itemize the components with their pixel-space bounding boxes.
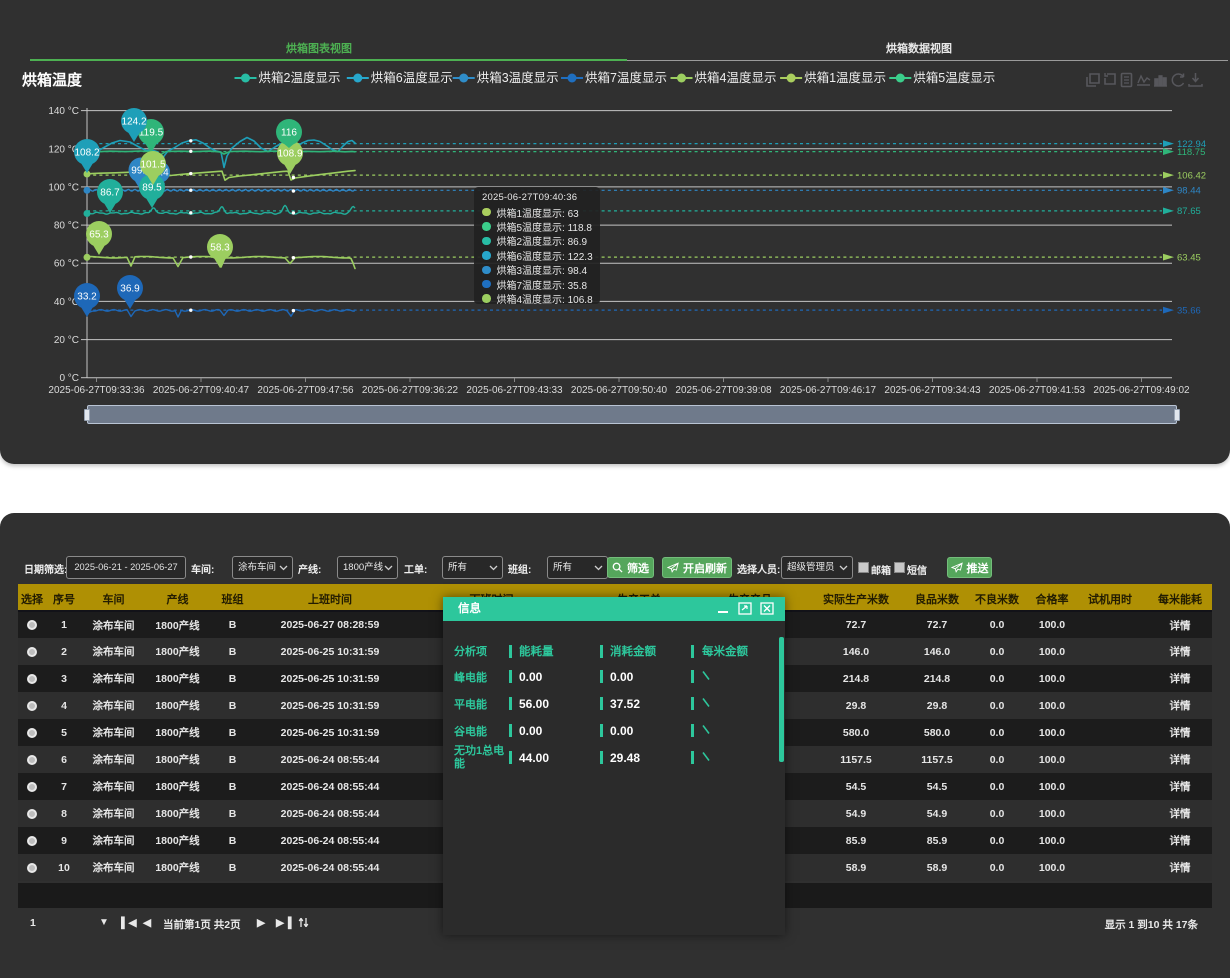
- svg-text:2025-06-27T09:46:17: 2025-06-27T09:46:17: [780, 385, 877, 396]
- svg-text:89.5: 89.5: [142, 183, 162, 194]
- svg-text:63.45: 63.45: [1177, 252, 1201, 263]
- svg-text:烘箱5温度显示: 烘箱5温度显示: [913, 70, 995, 85]
- svg-text:80 °C: 80 °C: [54, 221, 79, 232]
- svg-text:2025-06-27T09:36:22: 2025-06-27T09:36:22: [362, 385, 459, 396]
- svg-text:2025-06-27T09:50:40: 2025-06-27T09:50:40: [571, 385, 668, 396]
- svg-text:2025-06-27T09:40:47: 2025-06-27T09:40:47: [153, 385, 250, 396]
- svg-text:烘箱2温度显示: 烘箱2温度显示: [259, 70, 341, 85]
- svg-text:106.42: 106.42: [1177, 170, 1206, 181]
- svg-text:2025-06-27T09:43:33: 2025-06-27T09:43:33: [466, 385, 563, 396]
- svg-text:2025-06-27T09:39:08: 2025-06-27T09:39:08: [675, 385, 772, 396]
- svg-text:烘箱7温度显示: 烘箱7温度显示: [585, 70, 667, 85]
- svg-text:2025-06-27T09:34:43: 2025-06-27T09:34:43: [884, 385, 981, 396]
- svg-text:116: 116: [281, 128, 297, 139]
- svg-text:烘箱3温度显示: 烘箱3温度显示: [477, 70, 559, 85]
- svg-text:20 °C: 20 °C: [54, 335, 79, 346]
- svg-text:烘箱4温度显示: 烘箱4温度显示: [695, 70, 777, 85]
- svg-text:烘箱1温度显示: 烘箱1温度显示: [804, 70, 886, 85]
- svg-text:60 °C: 60 °C: [54, 259, 79, 270]
- svg-text:98.44: 98.44: [1177, 186, 1201, 197]
- svg-text:101.5: 101.5: [140, 160, 165, 171]
- svg-text:0 °C: 0 °C: [59, 373, 79, 384]
- svg-text:87.65: 87.65: [1177, 206, 1201, 217]
- svg-text:108.9: 108.9: [277, 149, 302, 160]
- svg-text:140 °C: 140 °C: [48, 106, 79, 117]
- svg-text:86.7: 86.7: [100, 188, 120, 199]
- svg-text:124.2: 124.2: [121, 117, 146, 128]
- svg-text:36.9: 36.9: [120, 284, 140, 295]
- svg-text:2025-06-27T09:33:36: 2025-06-27T09:33:36: [48, 385, 145, 396]
- svg-text:58.3: 58.3: [210, 243, 230, 254]
- svg-text:烘箱6温度显示: 烘箱6温度显示: [371, 70, 453, 85]
- svg-text:2025-06-27T09:41:53: 2025-06-27T09:41:53: [989, 385, 1086, 396]
- svg-text:108.2: 108.2: [74, 148, 99, 159]
- svg-text:65.3: 65.3: [89, 230, 109, 241]
- svg-text:100 °C: 100 °C: [48, 182, 79, 193]
- svg-text:2025-06-27T09:47:56: 2025-06-27T09:47:56: [257, 385, 354, 396]
- svg-text:118.75: 118.75: [1177, 147, 1205, 158]
- svg-text:2025-06-27T09:49:02: 2025-06-27T09:49:02: [1093, 385, 1190, 396]
- svg-text:33.2: 33.2: [77, 292, 97, 303]
- svg-text:35.66: 35.66: [1177, 305, 1201, 316]
